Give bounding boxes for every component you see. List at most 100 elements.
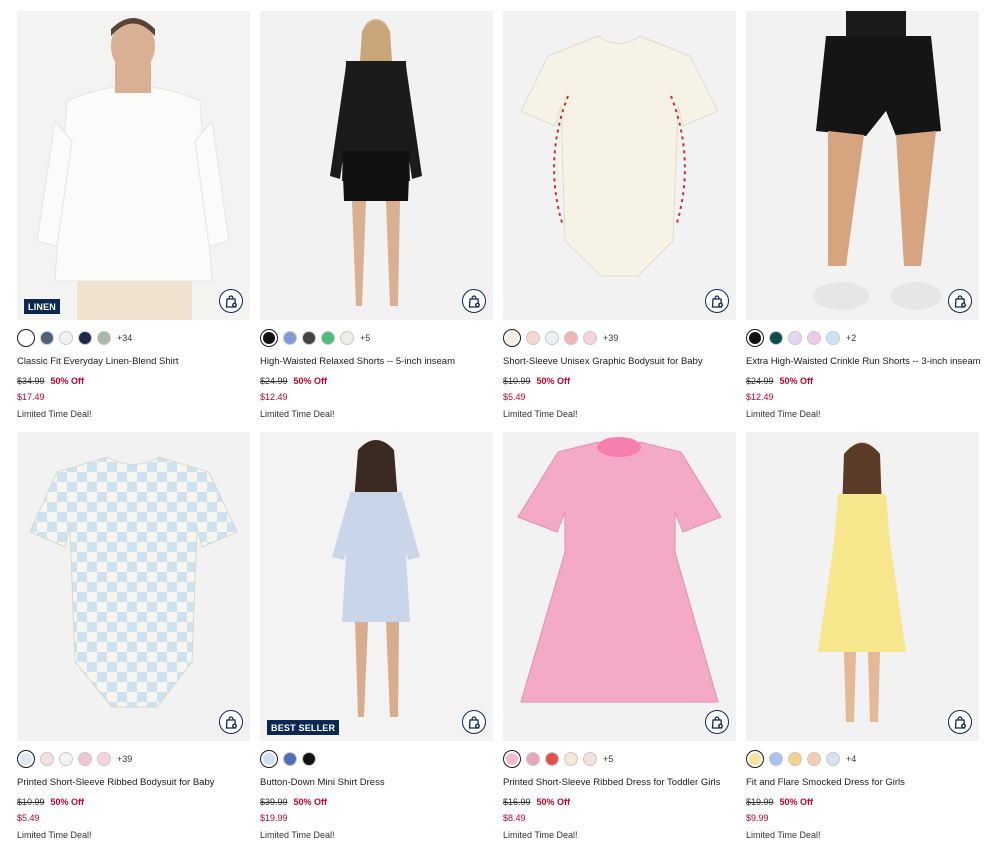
product-grid: LINEN +34 Classic Fit Everyday Linen-Ble… (17, 11, 981, 849)
color-swatch[interactable] (807, 752, 821, 766)
product-card[interactable]: +4 Fit and Flare Smocked Dress for Girls… (746, 432, 979, 849)
color-swatch[interactable] (17, 750, 35, 768)
color-swatch[interactable] (503, 329, 521, 347)
bag-plus-icon[interactable] (462, 710, 486, 734)
color-swatch[interactable] (283, 331, 297, 345)
color-swatch[interactable] (78, 331, 92, 345)
color-swatch[interactable] (302, 752, 316, 766)
color-swatch[interactable] (40, 752, 54, 766)
color-swatch[interactable] (503, 750, 521, 768)
more-colors-link[interactable]: +4 (846, 754, 856, 764)
product-name[interactable]: Printed Short-Sleeve Ribbed Bodysuit for… (17, 777, 250, 788)
color-swatch[interactable] (17, 329, 35, 347)
color-swatch[interactable] (826, 331, 840, 345)
deal-label: Limited Time Deal! (17, 409, 92, 419)
deal-label: Limited Time Deal! (17, 830, 92, 840)
color-swatch[interactable] (78, 752, 92, 766)
product-name[interactable]: Button-Down Mini Shirt Dress (260, 777, 493, 788)
product-name[interactable]: Printed Short-Sleeve Ribbed Dress for To… (503, 777, 736, 788)
more-colors-link[interactable]: +39 (117, 754, 132, 764)
product-card[interactable]: +39 Short-Sleeve Unisex Graphic Bodysuit… (503, 11, 736, 432)
woman-run-shorts-image (746, 11, 979, 320)
woman-black-outfit-image (260, 11, 493, 320)
color-swatch[interactable] (583, 331, 597, 345)
product-name[interactable]: Extra High-Waisted Crinkle Run Shorts --… (746, 356, 981, 367)
original-price: $19.99 (746, 797, 774, 807)
product-image[interactable] (260, 11, 493, 320)
product-card[interactable]: +5 High-Waisted Relaxed Shorts -- 5-inch… (260, 11, 493, 432)
color-swatch[interactable] (583, 752, 597, 766)
color-swatch[interactable] (59, 331, 73, 345)
bag-plus-icon[interactable] (705, 289, 729, 313)
color-swatch[interactable] (97, 752, 111, 766)
bag-plus-icon[interactable] (948, 289, 972, 313)
color-swatch[interactable] (564, 331, 578, 345)
product-name[interactable]: Short-Sleeve Unisex Graphic Bodysuit for… (503, 356, 736, 367)
product-image[interactable] (17, 432, 250, 741)
color-swatch[interactable] (526, 752, 540, 766)
product-name[interactable]: High-Waisted Relaxed Shorts -- 5-inch in… (260, 356, 493, 367)
color-swatch[interactable] (746, 750, 764, 768)
product-card[interactable]: +5 Printed Short-Sleeve Ribbed Dress for… (503, 432, 736, 849)
price-row: $16.99 50% Off (503, 797, 736, 807)
discount-label: 50% Off (293, 376, 328, 386)
deal-label: Limited Time Deal! (260, 409, 335, 419)
price-row: $34.99 50% Off (17, 376, 250, 386)
product-image[interactable] (746, 11, 979, 320)
color-swatch[interactable] (340, 331, 354, 345)
discount-label: 50% Off (293, 797, 328, 807)
product-image[interactable]: LINEN (17, 11, 250, 320)
color-swatch[interactable] (526, 331, 540, 345)
product-card[interactable]: +39 Printed Short-Sleeve Ribbed Bodysuit… (17, 432, 250, 849)
deal-label: Limited Time Deal! (746, 830, 821, 840)
bag-plus-icon[interactable] (219, 289, 243, 313)
price-row: $10.99 50% Off (503, 376, 736, 386)
bag-plus-icon[interactable] (219, 710, 243, 734)
color-swatch[interactable] (302, 331, 316, 345)
more-colors-link[interactable]: +2 (846, 333, 856, 343)
star-check-bodysuit-image (17, 432, 250, 741)
more-colors-link[interactable]: +34 (117, 333, 132, 343)
color-swatch[interactable] (283, 752, 297, 766)
color-swatch[interactable] (260, 329, 278, 347)
product-image[interactable] (503, 432, 736, 741)
sale-price: $5.49 (17, 813, 40, 823)
color-swatch[interactable] (97, 331, 111, 345)
color-swatch[interactable] (321, 331, 335, 345)
color-swatch[interactable] (788, 331, 802, 345)
color-swatch[interactable] (40, 331, 54, 345)
product-image[interactable] (503, 11, 736, 320)
color-swatch[interactable] (788, 752, 802, 766)
bag-plus-icon[interactable] (462, 289, 486, 313)
color-swatch[interactable] (260, 750, 278, 768)
product-image[interactable] (746, 432, 979, 741)
product-card[interactable]: +2 Extra High-Waisted Crinkle Run Shorts… (746, 11, 981, 432)
color-swatch[interactable] (826, 752, 840, 766)
more-colors-link[interactable]: +5 (360, 333, 370, 343)
bag-plus-icon[interactable] (948, 710, 972, 734)
color-swatch[interactable] (769, 331, 783, 345)
more-colors-link[interactable]: +39 (603, 333, 618, 343)
color-swatches: +39 (17, 749, 250, 769)
price-row: $24.99 50% Off (746, 376, 979, 386)
product-card[interactable]: BEST SELLER Button-Down Mini Shirt Dress… (260, 432, 493, 849)
color-swatch[interactable] (545, 752, 559, 766)
original-price: $10.99 (17, 797, 45, 807)
color-swatches: +39 (503, 328, 736, 348)
color-swatch[interactable] (545, 331, 559, 345)
more-colors-link[interactable]: +5 (603, 754, 613, 764)
product-name[interactable]: Classic Fit Everyday Linen-Blend Shirt (17, 356, 250, 367)
sale-price: $17.49 (17, 392, 45, 402)
product-card[interactable]: LINEN +34 Classic Fit Everyday Linen-Ble… (17, 11, 250, 432)
color-swatches: +2 (746, 328, 979, 348)
color-swatch[interactable] (807, 331, 821, 345)
bag-plus-icon[interactable] (705, 710, 729, 734)
discount-label: 50% Off (536, 376, 571, 386)
product-name[interactable]: Fit and Flare Smocked Dress for Girls (746, 777, 979, 788)
color-swatch[interactable] (564, 752, 578, 766)
color-swatch[interactable] (59, 752, 73, 766)
deal-label: Limited Time Deal! (503, 830, 578, 840)
color-swatch[interactable] (769, 752, 783, 766)
product-image[interactable]: BEST SELLER (260, 432, 493, 741)
color-swatch[interactable] (746, 329, 764, 347)
